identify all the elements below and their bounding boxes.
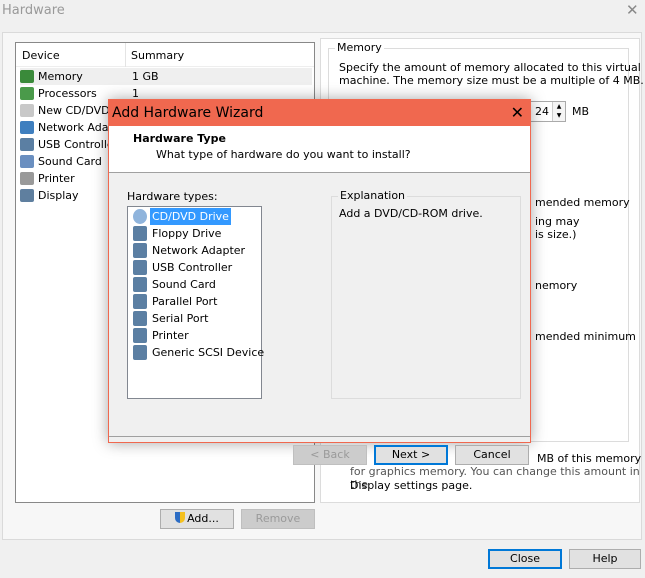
scsi-icon <box>133 345 147 360</box>
memory-description: Specify the amount of memory allocated t… <box>339 61 641 74</box>
memory-text: is size.) <box>535 228 577 241</box>
spin-arrows-icon[interactable]: ▲ ▼ <box>552 102 565 121</box>
usb-icon <box>20 138 34 151</box>
shield-icon <box>175 512 186 523</box>
memory-text: mended memory <box>535 196 630 209</box>
serial-port-icon <box>133 311 147 326</box>
device-row[interactable]: Memory 1 GB <box>20 68 312 85</box>
memory-text: mended minimum <box>535 330 636 343</box>
wizard-title-bar[interactable]: Add Hardware Wizard ✕ <box>109 100 530 126</box>
memory-description-2: machine. The memory size must be a multi… <box>339 74 644 87</box>
display-icon <box>20 189 34 202</box>
memory-spinbox[interactable]: 24 ▲ ▼ <box>528 101 566 122</box>
device-name: Sound Card <box>38 155 102 168</box>
next-button[interactable]: Next > <box>374 445 448 465</box>
wizard-subheading: What type of hardware do you want to ins… <box>156 148 411 161</box>
close-icon[interactable]: ✕ <box>511 100 524 126</box>
device-name: Memory <box>38 70 83 83</box>
sound-icon <box>133 277 147 292</box>
device-name: New CD/DVD ( <box>38 104 118 117</box>
window-title: Hardware <box>2 3 65 18</box>
cd-icon <box>133 209 147 224</box>
explanation-group: Explanation Add a DVD/CD-ROM drive. <box>331 189 521 399</box>
back-button[interactable]: < Back <box>293 445 367 465</box>
hardware-types-label: Hardware types: <box>127 190 218 203</box>
help-button[interactable]: Help <box>569 549 641 569</box>
device-name: Display <box>38 189 79 202</box>
device-name: Printer <box>38 172 75 185</box>
wizard-heading: Hardware Type <box>133 132 226 145</box>
floppy-icon <box>133 226 147 241</box>
device-name: Processors <box>38 87 97 100</box>
usb-icon <box>133 260 147 275</box>
column-device[interactable]: Device <box>22 49 60 62</box>
device-list-header: Device Summary <box>16 43 314 67</box>
add-button[interactable]: Add... <box>160 509 234 529</box>
memory-icon <box>20 70 34 83</box>
cancel-button[interactable]: Cancel <box>455 445 529 465</box>
memory-text: Display settings page. <box>350 479 473 492</box>
network-icon <box>133 243 147 258</box>
memory-text: MB of this memory <box>537 452 642 465</box>
hardware-types-list[interactable]: CD/DVD Drive Floppy Drive Network Adapter U… <box>127 206 264 399</box>
network-icon <box>20 121 34 134</box>
sound-icon <box>20 155 34 168</box>
memory-unit: MB <box>572 105 590 118</box>
add-hardware-wizard: Add Hardware Wizard ✕ Hardware Type What … <box>108 99 531 465</box>
parallel-port-icon <box>133 294 147 309</box>
memory-text: nemory <box>535 279 578 292</box>
printer-icon <box>20 172 34 185</box>
wizard-header: Hardware Type What type of hardware do y… <box>109 126 530 173</box>
cd-icon <box>20 104 34 117</box>
separator <box>109 436 530 437</box>
remove-button[interactable]: Remove <box>241 509 315 529</box>
memory-text: ing may <box>535 215 580 228</box>
printer-icon <box>133 328 147 343</box>
device-name: USB Controller <box>38 138 119 151</box>
column-summary[interactable]: Summary <box>131 49 184 62</box>
device-summary: 1 GB <box>132 70 159 83</box>
explanation-text: Add a DVD/CD-ROM drive. <box>339 207 483 220</box>
window-close-button[interactable]: ✕ <box>626 1 639 19</box>
close-button[interactable]: Close <box>488 549 562 569</box>
processor-icon <box>20 87 34 100</box>
